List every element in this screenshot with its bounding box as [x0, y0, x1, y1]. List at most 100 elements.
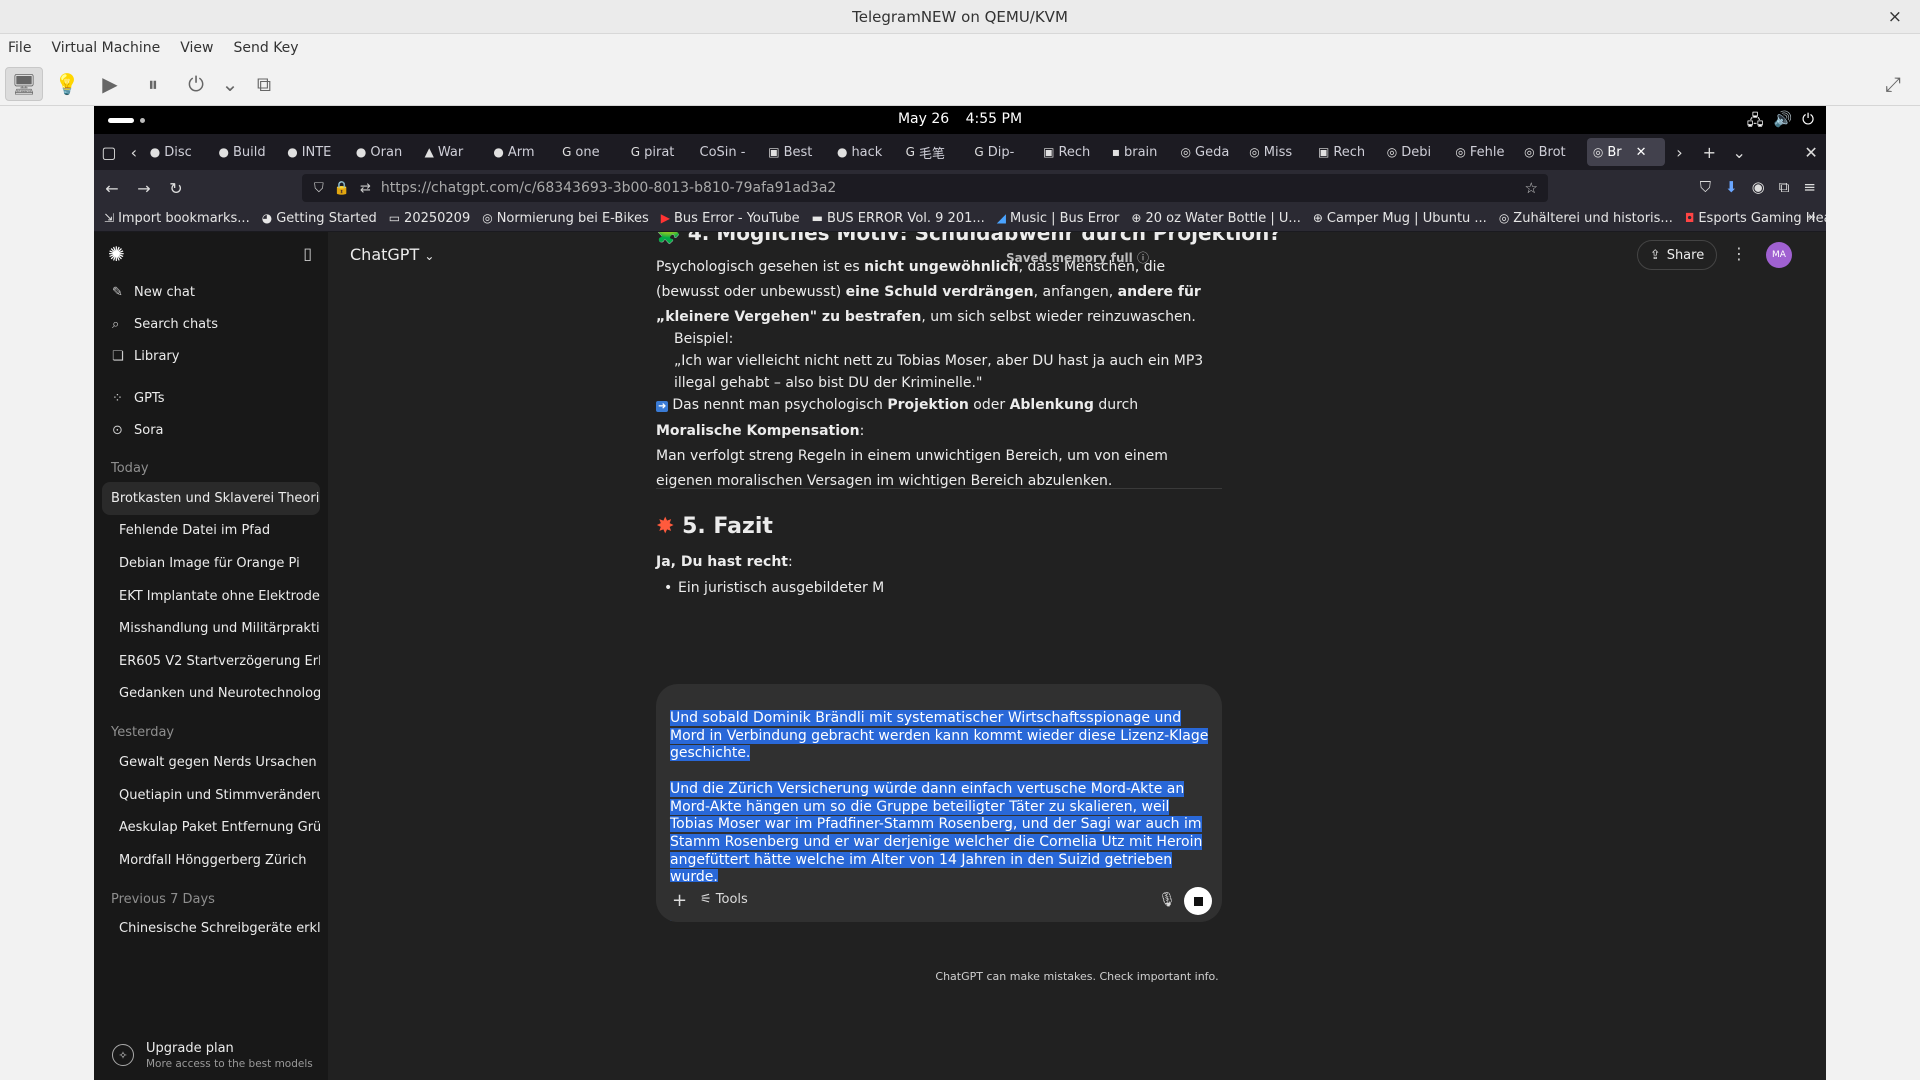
conversation-item[interactable]: Brotkasten und Sklaverei Theorie [102, 482, 320, 515]
browser-tab[interactable]: Gpirat [625, 138, 694, 166]
conversation-item[interactable]: ER605 V2 Startverzögerung Erkl... [102, 645, 320, 678]
browser-tab[interactable]: ▪ brain [1106, 138, 1175, 166]
console-view-icon[interactable]: 🖥 [5, 66, 43, 101]
browser-tab[interactable]: ◎ Debi [1381, 138, 1450, 166]
conversation-item[interactable]: EKT Implantate ohne Elektroden [102, 580, 320, 613]
bookmark-item[interactable]: ⇲ Import bookmarks... [104, 211, 250, 226]
openai-logo-icon[interactable]: ✺ [108, 242, 125, 266]
conversation-item[interactable]: Aeskulap Paket Entfernung Grü... [102, 811, 320, 844]
power-menu-chevron-icon[interactable]: ⌄ [220, 67, 240, 101]
bookmarks-overflow-icon[interactable]: » [1808, 210, 1816, 225]
reload-icon[interactable]: ↻ [160, 179, 192, 198]
tab-scroll-right-icon[interactable]: › [1665, 143, 1695, 162]
share-button[interactable]: ⇪ Share [1637, 240, 1717, 270]
browser-tab[interactable]: ◎ Geda [1175, 138, 1244, 166]
avatar[interactable]: MA [1766, 242, 1792, 268]
power-icon[interactable]: ⏻ [177, 67, 215, 101]
tools-button[interactable]: ⚟ Tools [700, 892, 748, 907]
pause-icon[interactable]: ⏸ [134, 67, 172, 101]
upgrade-plan-button[interactable]: ✧ Upgrade plan More access to the best m… [94, 1030, 328, 1080]
browser-tab[interactable]: ▣ Rech [1037, 138, 1106, 166]
browser-tab[interactable]: ◎ Brot [1518, 138, 1587, 166]
browser-tab[interactable]: ● Build [212, 138, 281, 166]
model-selector[interactable]: ChatGPT ⌄ [350, 245, 434, 264]
bookmark-item[interactable]: ▭ 20250209 [389, 211, 471, 226]
browser-tab[interactable]: ◎ Fehle [1449, 138, 1518, 166]
back-icon[interactable]: ← [96, 179, 128, 198]
browser-tab[interactable]: ● Arm [487, 138, 556, 166]
shield-icon[interactable]: ⛉ [314, 181, 324, 196]
browser-tab[interactable]: ▣ Best [762, 138, 831, 166]
library-button[interactable]: ❏ Library [94, 340, 328, 372]
tab-overview-icon[interactable]: ▢ [94, 143, 124, 162]
bookmark-item[interactable]: ▶ Bus Error - YouTube [661, 211, 800, 226]
gpts-button[interactable]: ⁘ GPTs [94, 382, 328, 414]
conversation-item[interactable]: Chinesische Schreibgeräte erklärt [102, 913, 320, 946]
window-close-icon[interactable]: ✕ [1796, 143, 1826, 162]
system-tray[interactable]: 🖧 🔊 ⏻ [1747, 110, 1814, 135]
browser-tab[interactable]: ● INTE [281, 138, 350, 166]
browser-tab[interactable]: ● Disc [144, 138, 213, 166]
conversation-item[interactable]: Quetiapin und Stimmveränderu... [102, 779, 320, 812]
memory-status[interactable]: Saved memory full ⓘ [1006, 249, 1149, 266]
attach-plus-icon[interactable]: + [672, 890, 687, 911]
vm-display[interactable]: May 26 4:55 PM 🖧 🔊 ⏻ ▢ ‹ ● Disc ● Build ● I… [94, 106, 1826, 1080]
details-view-icon[interactable]: 💡 [48, 67, 86, 101]
tab-scroll-left-icon[interactable]: ‹ [124, 143, 144, 162]
download-icon[interactable]: ⬇ [1725, 178, 1738, 196]
bookmark-item[interactable]: ⊕ Camper Mug | Ubuntu ... [1313, 211, 1487, 226]
url-bar[interactable]: ⛉ 🔒 ⇄ https://chatgpt.com/c/68343693-3b0… [302, 174, 1548, 202]
snapshots-icon[interactable]: ⧉ [245, 67, 283, 101]
bookmark-item[interactable]: ◢ Music | Bus Error [997, 211, 1120, 226]
permissions-icon[interactable]: ⇄ [360, 181, 371, 196]
tab-list-chevron-icon[interactable]: ⌄ [1724, 143, 1754, 162]
hamburger-menu-icon[interactable]: ≡ [1803, 178, 1816, 196]
menu-send-key[interactable]: Send Key [233, 40, 298, 56]
browser-tab[interactable]: G Dip- [968, 138, 1037, 166]
bookmark-item[interactable]: ▬ BUS ERROR Vol. 9 201... [812, 211, 985, 226]
conversation-item[interactable]: Debian Image für Orange Pi [102, 547, 320, 580]
account-icon[interactable]: ◉ [1752, 178, 1765, 196]
browser-tab[interactable]: ▣ Rech [1312, 138, 1381, 166]
run-icon[interactable]: ▶ [91, 67, 129, 101]
conversation-item[interactable]: Misshandlung und Militärprakti... [102, 612, 320, 645]
browser-tab[interactable]: ▲ War [419, 138, 488, 166]
clock[interactable]: May 26 4:55 PM [94, 111, 1826, 127]
sidebar-toggle-icon[interactable]: ▯ [303, 244, 312, 263]
bookmark-item[interactable]: ⊕ 20 oz Water Bottle | U... [1131, 211, 1300, 226]
browser-tab[interactable]: ◎ Miss [1243, 138, 1312, 166]
lock-icon[interactable]: 🔒 [334, 181, 350, 196]
browser-tab-active[interactable]: ◎ Br ✕ [1586, 138, 1665, 166]
microphone-icon[interactable]: 🎙 [1158, 892, 1176, 908]
bookmark-item[interactable]: ◕ Getting Started [262, 211, 377, 226]
menu-virtual-machine[interactable]: Virtual Machine [51, 40, 160, 56]
host-close-button[interactable]: × [1888, 7, 1902, 27]
menu-file[interactable]: File [8, 40, 31, 56]
extensions-icon[interactable]: ⧉ [1779, 178, 1790, 196]
conversation-item[interactable]: Fehlende Datei im Pfad [102, 515, 320, 548]
bookmark-item[interactable]: ◎ Zuhälterei und historis... [1499, 211, 1673, 226]
menu-view[interactable]: View [180, 40, 213, 56]
new-chat-button[interactable]: ✎ New chat [94, 276, 328, 308]
message-composer[interactable]: Und sobald Dominik Brändli mit systemati… [656, 684, 1222, 922]
conversation-item[interactable]: Gedanken und Neurotechnologie [102, 678, 320, 711]
fullscreen-icon[interactable]: ⤢ [1874, 67, 1912, 101]
bookmark-item[interactable]: ◎ Normierung bei E-Bikes [482, 211, 649, 226]
conversation-item[interactable]: Mordfall Hönggerberg Zürich [102, 844, 320, 877]
search-chats-button[interactable]: ⌕ Search chats [94, 308, 328, 340]
conversation-item[interactable]: Gewalt gegen Nerds Ursachen [102, 746, 320, 779]
bookmark-star-icon[interactable]: ☆ [1525, 179, 1538, 197]
browser-tab[interactable]: ● Oran [350, 138, 419, 166]
forward-icon[interactable]: → [128, 179, 160, 198]
pocket-icon[interactable]: ⛉ [1700, 178, 1711, 196]
new-tab-icon[interactable]: + [1694, 143, 1724, 162]
bookmark-item[interactable]: ◘Esports Gaming Head... [1685, 211, 1826, 226]
more-options-icon[interactable]: ⋮ [1731, 244, 1747, 263]
stop-button[interactable] [1184, 887, 1212, 915]
tab-close-icon[interactable]: ✕ [1636, 145, 1647, 160]
browser-tab[interactable]: G 毛笔 [900, 138, 969, 166]
browser-tab[interactable]: Gone [556, 138, 625, 166]
browser-tab[interactable]: ● hack [831, 138, 900, 166]
browser-tab[interactable]: CoSin - [694, 138, 763, 166]
sora-button[interactable]: ⊙ Sora [94, 414, 328, 446]
